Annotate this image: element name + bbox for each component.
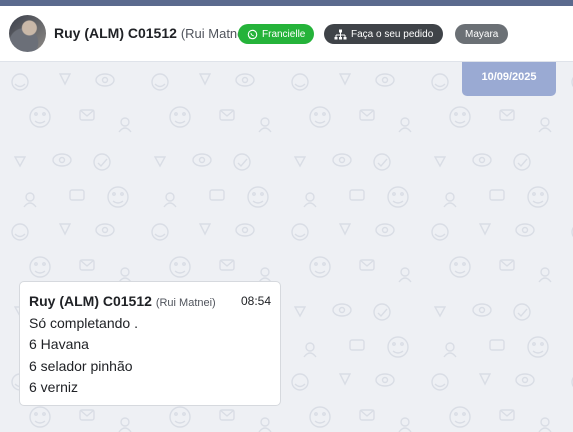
message-line: 6 Havana <box>29 336 89 352</box>
chat-header: Ruy (ALM) C01512 (Rui Matnei) Francielle… <box>0 6 573 62</box>
message-sender-sub: (Rui Matnei) <box>155 297 216 309</box>
date-badge-text: 10/09/2025 <box>481 71 537 83</box>
message-sender-name: Ruy (ALM) C01512 <box>29 293 152 309</box>
sitemap-icon <box>334 29 347 40</box>
message-sender: Ruy (ALM) C01512 (Rui Matnei) <box>29 293 216 309</box>
whatsapp-icon <box>247 29 258 40</box>
tag-label: Faça o seu pedido <box>351 28 434 40</box>
tag-faca-o-seu-pedido[interactable]: Faça o seu pedido <box>324 24 444 44</box>
message-line: Só completando . <box>29 315 138 331</box>
tag-label: Mayara <box>465 28 499 40</box>
tag-francielle[interactable]: Francielle <box>238 24 315 44</box>
message-line: 6 verniz <box>29 379 79 395</box>
tag-mayara[interactable]: Mayara <box>455 24 509 44</box>
message-line: 6 selador pinhão <box>29 358 133 374</box>
message-time: 08:54 <box>240 294 271 308</box>
avatar[interactable] <box>9 15 46 52</box>
message-bubble[interactable]: Ruy (ALM) C01512 (Rui Matnei) 08:54 Só c… <box>19 281 281 406</box>
contact-name[interactable]: Ruy (ALM) C01512 (Rui Matnei) <box>54 25 252 41</box>
tag-label: Francielle <box>262 28 306 40</box>
contact-name-text: Ruy (ALM) C01512 <box>54 25 177 41</box>
chat-area[interactable]: 10/09/2025 Ruy (ALM) C01512 (Rui Matnei)… <box>0 62 573 432</box>
date-badge: 10/09/2025 <box>462 62 556 96</box>
